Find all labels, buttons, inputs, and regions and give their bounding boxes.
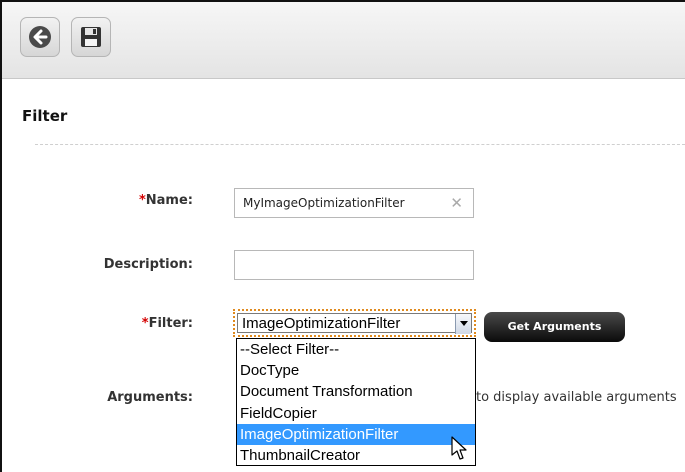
description-label: Description:	[103, 257, 193, 272]
back-arrow-icon	[29, 26, 51, 48]
dropdown-option[interactable]: --Select Filter--	[237, 339, 475, 360]
get-arguments-button[interactable]: Get Arguments	[484, 312, 625, 342]
dropdown-option[interactable]: FieldCopier	[237, 403, 475, 424]
filter-label: Filter:	[148, 316, 193, 331]
back-button[interactable]	[20, 17, 60, 57]
dropdown-option-selected[interactable]: ImageOptimizationFilter	[237, 423, 475, 445]
mouse-cursor-icon	[451, 436, 467, 460]
filter-select-value: ImageOptimizationFilter	[242, 315, 401, 332]
name-label-row: *Name:	[3, 193, 193, 208]
required-marker: *	[141, 316, 149, 331]
section-title: Filter	[22, 107, 68, 125]
arguments-label: Arguments:	[107, 390, 193, 405]
name-field-value: MyImageOptimizationFilter	[243, 196, 405, 210]
filter-select-field[interactable]: ImageOptimizationFilter	[237, 313, 472, 334]
arguments-hint: to display available arguments	[476, 390, 677, 405]
chevron-down-icon[interactable]	[455, 314, 471, 334]
name-field[interactable]: MyImageOptimizationFilter ✕	[234, 188, 474, 218]
floppy-disk-icon	[81, 27, 101, 47]
filter-select[interactable]: ImageOptimizationFilter	[233, 309, 476, 337]
filter-label-row: *Filter:	[3, 316, 193, 331]
filter-dropdown-list: --Select Filter-- DocType Document Trans…	[236, 338, 476, 466]
toolbar	[2, 2, 685, 79]
description-field[interactable]	[234, 250, 474, 280]
save-button[interactable]	[71, 17, 111, 57]
name-label: Name:	[145, 193, 193, 208]
dropdown-option[interactable]: ThumbnailCreator	[237, 445, 475, 466]
clear-icon[interactable]: ✕	[450, 189, 463, 217]
dropdown-option[interactable]: DocType	[237, 360, 475, 381]
dropdown-option[interactable]: Document Transformation	[237, 381, 475, 402]
required-marker: *	[138, 193, 146, 208]
section-divider	[35, 144, 685, 145]
